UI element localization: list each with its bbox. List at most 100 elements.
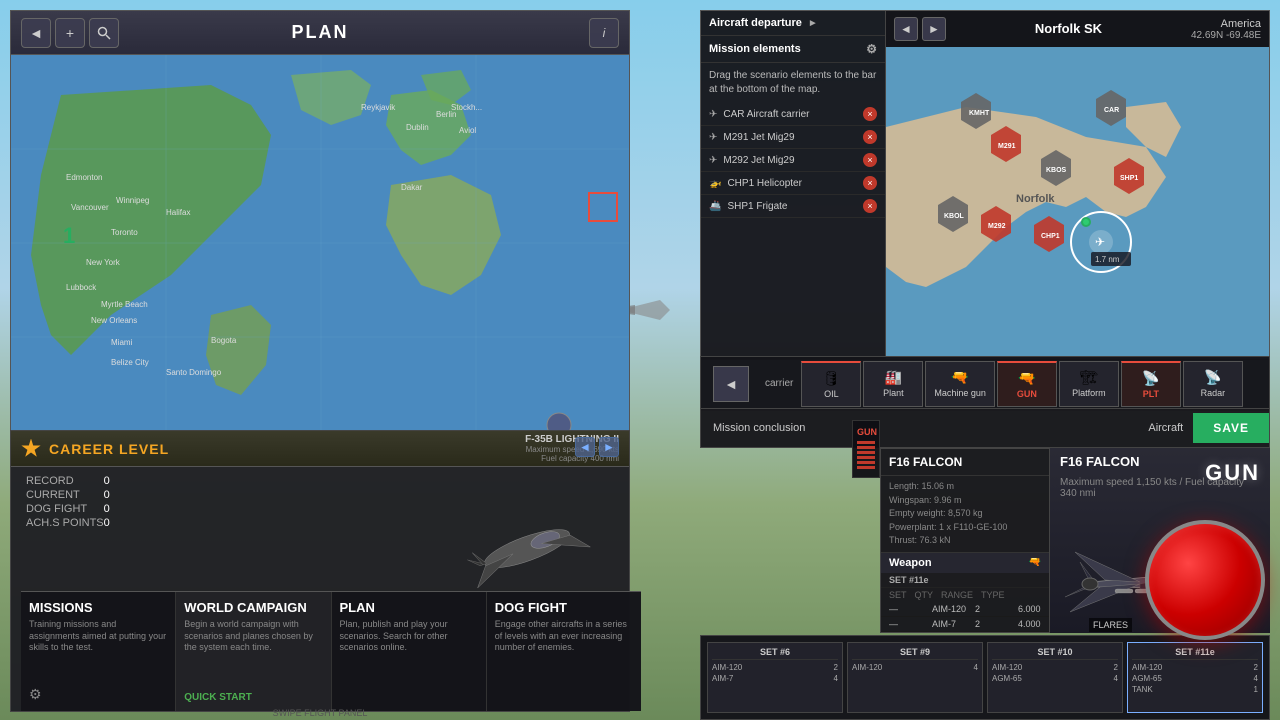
stat-record-value: 0 bbox=[104, 475, 110, 487]
plan-controls-left: ◄ + bbox=[21, 18, 119, 48]
col-type: TYPE bbox=[981, 590, 1005, 600]
w2-qty: 2 bbox=[975, 619, 1010, 629]
wset9-aim120-name: AIM-120 bbox=[852, 662, 882, 673]
wset10-title: SET #10 bbox=[992, 647, 1118, 660]
wset9-aim120-qty: 4 bbox=[974, 662, 978, 673]
svg-text:New Orleans: New Orleans bbox=[91, 316, 137, 325]
svg-text:KBOL: KBOL bbox=[944, 213, 965, 220]
w1-range: 6.000 bbox=[1018, 604, 1050, 614]
save-button[interactable]: SAVE bbox=[1193, 413, 1269, 443]
carousel-controls: ◄ ► bbox=[575, 437, 619, 457]
w2-name: AIM-7 bbox=[932, 619, 967, 629]
wset11e-tank-qty: 1 bbox=[1254, 684, 1258, 695]
spec-thrust: Thrust: 76.3 kN bbox=[889, 534, 1041, 548]
helicopter-icon: 🚁 bbox=[709, 178, 721, 189]
stat-record: RECORD 0 bbox=[26, 475, 110, 487]
wset6-aim120: AIM-120 2 bbox=[712, 662, 838, 673]
tool-gun[interactable]: 🔫 GUN bbox=[997, 361, 1057, 407]
remove-chp1-button[interactable]: × bbox=[863, 176, 877, 190]
weapon-set-card-9[interactable]: SET #9 AIM-120 4 bbox=[847, 642, 983, 713]
menu-item-plan[interactable]: PLAN Plan, publish and play your scenari… bbox=[332, 592, 487, 711]
wset11e-tank: TANK 1 bbox=[1132, 684, 1258, 695]
mission-elements-label: Mission elements bbox=[709, 43, 801, 55]
spec-length: Length: 15.06 m bbox=[889, 480, 1041, 494]
plan-map[interactable]: Edmonton Winnipeg Halifax Toronto Vancou… bbox=[11, 55, 629, 431]
tools-back-button[interactable]: ◄ bbox=[713, 366, 749, 402]
carousel-left-btn[interactable]: ◄ bbox=[575, 437, 595, 457]
remove-car-button[interactable]: × bbox=[863, 107, 877, 121]
settings-icon[interactable]: ⚙ bbox=[29, 686, 42, 703]
wset6-aim7-name: AIM-7 bbox=[712, 673, 733, 684]
wset10-agm65-name: AGM-65 bbox=[992, 673, 1022, 684]
map-forward-button[interactable]: ► bbox=[922, 17, 946, 41]
remove-m292-button[interactable]: × bbox=[863, 153, 877, 167]
svg-text:Halifax: Halifax bbox=[166, 208, 190, 217]
remove-shp1-button[interactable]: × bbox=[863, 199, 877, 213]
mission-map[interactable]: ◄ ► Norfolk SK America 42.69N -69.48E No… bbox=[886, 11, 1269, 359]
remove-m291-button[interactable]: × bbox=[863, 130, 877, 144]
tool-oil[interactable]: 🛢 OIL bbox=[801, 361, 861, 407]
tool-plant[interactable]: 🏭 Plant bbox=[863, 361, 923, 407]
mission-panel: Aircraft departure ► Mission elements ⚙ … bbox=[700, 10, 1270, 360]
wset9-aim120: AIM-120 4 bbox=[852, 662, 978, 673]
wset6-aim120-name: AIM-120 bbox=[712, 662, 742, 673]
career-content: RECORD 0 CURRENT 0 DOG FIGHT 0 ACH.S POI… bbox=[11, 467, 629, 591]
w1-qty: 2 bbox=[975, 604, 1010, 614]
enemy-m291: ✈ M291 Jet Mig29 × bbox=[701, 126, 885, 149]
menu-item-missions[interactable]: MISSIONS Training missions and assignmen… bbox=[21, 592, 176, 711]
svg-text:Santo Domingo: Santo Domingo bbox=[166, 368, 222, 377]
bottom-menu: MISSIONS Training missions and assignmen… bbox=[21, 591, 641, 711]
map-back-button[interactable]: ◄ bbox=[894, 17, 918, 41]
weapon-set-card-6[interactable]: SET #6 AIM-120 2 AIM-7 4 bbox=[707, 642, 843, 713]
plan-search-button[interactable] bbox=[89, 18, 119, 48]
mission-conclusion-label: Mission conclusion bbox=[701, 422, 1138, 434]
career-header: CAREER LEVEL F-35B LIGHTNING II Maximum … bbox=[11, 431, 629, 467]
gun-icon: 🔫 bbox=[1018, 370, 1035, 387]
wset11e-title: SET #11e bbox=[1132, 647, 1258, 660]
svg-text:Aviol: Aviol bbox=[459, 126, 476, 135]
wset11e-aim120-qty: 2 bbox=[1254, 662, 1258, 673]
menu-item-dogfight[interactable]: DOG FIGHT Engage other aircrafts in a se… bbox=[487, 592, 641, 711]
svg-text:M291: M291 bbox=[998, 143, 1016, 150]
weapon-section-header: Weapon 🔫 bbox=[881, 552, 1049, 573]
tool-platform[interactable]: 🏗 Platform bbox=[1059, 361, 1119, 407]
enemy-car-name: CAR Aircraft carrier bbox=[723, 109, 857, 120]
menu-item-world-campaign[interactable]: WORLD CAMPAIGN Begin a world campaign wi… bbox=[176, 592, 331, 711]
stat-ach-label: ACH.S POINTS bbox=[26, 517, 104, 529]
carousel-right-btn[interactable]: ► bbox=[599, 437, 619, 457]
oil-icon: 🛢 bbox=[822, 370, 840, 387]
settings-small-icon: ⚙ bbox=[866, 42, 877, 56]
weapon-set-card-10[interactable]: SET #10 AIM-120 2 AGM-65 4 bbox=[987, 642, 1123, 713]
machinegun-icon: 🔫 bbox=[951, 369, 968, 386]
stat-current-label: CURRENT bbox=[26, 489, 80, 501]
svg-text:Edmonton: Edmonton bbox=[66, 173, 102, 182]
mission-editor-bar: Mission conclusion Aircraft SAVE bbox=[700, 408, 1270, 448]
weapon-aim7: — AIM-7 2 4.000 AIR bbox=[881, 617, 1049, 632]
menu-world-title: WORLD CAMPAIGN bbox=[184, 600, 322, 615]
career-star-icon bbox=[21, 439, 41, 459]
plan-info-button[interactable]: i bbox=[589, 18, 619, 48]
frigate-icon: 🚢 bbox=[709, 201, 721, 212]
platform-icon: 🏗 bbox=[1080, 369, 1098, 386]
mission-elements-panel: Aircraft departure ► Mission elements ⚙ … bbox=[701, 11, 886, 359]
enemy-shp1-name: SHP1 Frigate bbox=[727, 201, 857, 212]
tool-machine-gun[interactable]: 🔫 Machine gun bbox=[925, 361, 995, 407]
mission-elements-header: Mission elements ⚙ bbox=[709, 42, 877, 56]
stat-dogfight: DOG FIGHT 0 bbox=[26, 503, 110, 515]
aircraft-specs: Length: 15.06 m Wingspan: 9.96 m Empty w… bbox=[881, 476, 1049, 552]
jet-m291-icon: ✈ bbox=[709, 132, 717, 143]
plan-panel: ◄ + PLAN i bbox=[10, 10, 630, 430]
enemy-chp1-name: CHP1 Helicopter bbox=[727, 178, 857, 189]
radar-icon: 📡 bbox=[1204, 369, 1221, 386]
aircraft-detail-panel: F16 FALCON Length: 15.06 m Wingspan: 9.9… bbox=[880, 448, 1050, 633]
wset10-agm65: AGM-65 4 bbox=[992, 673, 1118, 684]
menu-missions-desc: Training missions and assignments aimed … bbox=[29, 619, 167, 654]
fire-button[interactable] bbox=[1145, 520, 1265, 640]
weapon-set-card-11e[interactable]: SET #11e AIM-120 2 AGM-65 4 TANK 1 bbox=[1127, 642, 1263, 713]
wset6-aim7: AIM-7 4 bbox=[712, 673, 838, 684]
plan-back-button[interactable]: ◄ bbox=[21, 18, 51, 48]
tool-radar[interactable]: 📡 Radar bbox=[1183, 361, 1243, 407]
tool-plt[interactable]: 📡 PLT bbox=[1121, 361, 1181, 407]
plan-add-button[interactable]: + bbox=[55, 18, 85, 48]
quick-start-button[interactable]: QUICK START bbox=[184, 692, 252, 703]
